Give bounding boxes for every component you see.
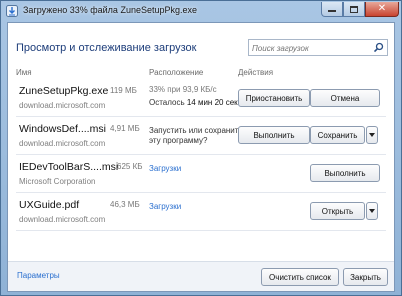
file-name: WindowsDef....msi <box>19 123 106 135</box>
download-row[interactable]: WindowsDef....msi 4,91 МБ download.micro… <box>8 117 394 154</box>
file-size: 46,3 МБ <box>110 200 140 209</box>
chevron-down-icon <box>369 209 375 213</box>
downloads-folder-link[interactable]: Загрузки <box>149 202 181 212</box>
close-window-button[interactable]: ✕ <box>365 2 399 17</box>
search-box[interactable] <box>248 39 388 56</box>
search-input[interactable] <box>252 42 370 54</box>
download-row[interactable]: ZuneSetupPkg.exe 119 МБ download.microso… <box>8 79 394 116</box>
minimize-icon <box>328 10 336 12</box>
window-title: Загружено 33% файла ZuneSetupPkg.exe <box>23 5 197 15</box>
file-size: 119 МБ <box>110 86 137 95</box>
footer-bar: Параметры Очистить список Закрыть <box>8 261 394 291</box>
file-name: IEDevToolBarS....msi <box>19 161 119 173</box>
cancel-button[interactable]: Отмена <box>310 89 380 107</box>
file-size: 4,91 МБ <box>110 124 140 133</box>
download-progress-text: 33% при 93,9 КБ/с <box>149 85 217 94</box>
maximize-icon <box>350 5 358 13</box>
pause-button[interactable]: Приостановить <box>238 89 310 107</box>
maximize-button[interactable] <box>343 2 365 17</box>
file-name: UXGuide.pdf <box>19 199 80 211</box>
column-header-actions: Действия <box>238 68 274 77</box>
file-source: download.microsoft.com <box>19 139 106 148</box>
time-remaining-label: Осталось <box>149 98 187 107</box>
download-row[interactable]: UXGuide.pdf 46,3 МБ download.microsoft.c… <box>8 193 394 230</box>
file-source: download.microsoft.com <box>19 215 106 224</box>
column-header-location: Расположение <box>149 68 204 77</box>
run-or-save-prompt: Запустить или сохранить <box>149 126 243 135</box>
open-options-dropdown[interactable] <box>366 202 378 220</box>
chevron-down-icon <box>369 133 375 137</box>
search-icon[interactable] <box>373 42 384 53</box>
download-app-icon <box>6 5 18 17</box>
file-source: download.microsoft.com <box>19 101 106 110</box>
save-button[interactable]: Сохранить <box>310 126 365 144</box>
file-size: 625 КБ <box>117 162 143 171</box>
close-button[interactable]: Закрыть <box>343 268 388 286</box>
page-title: Просмотр и отслеживание загрузок <box>16 42 197 54</box>
clear-list-button[interactable]: Очистить список <box>261 268 339 286</box>
file-source: Microsoft Corporation <box>19 177 96 186</box>
time-remaining: Осталось 14 мин 20 сек <box>149 98 238 108</box>
close-icon: ✕ <box>377 3 387 14</box>
file-name: ZuneSetupPkg.exe <box>19 85 109 97</box>
run-button[interactable]: Выполнить <box>238 126 310 144</box>
column-header-name: Имя <box>16 68 32 77</box>
run-or-save-prompt-line2: эту программу? <box>149 136 208 145</box>
save-options-dropdown[interactable] <box>366 126 378 144</box>
downloads-folder-link[interactable]: Загрузки <box>149 164 181 174</box>
open-button[interactable]: Открыть <box>310 202 365 220</box>
download-row[interactable]: IEDevToolBarS....msi 625 КБ Microsoft Co… <box>8 155 394 192</box>
minimize-button[interactable] <box>321 2 343 17</box>
time-remaining-value: 14 мин 20 сек <box>186 98 238 107</box>
client-area: Просмотр и отслеживание загрузок Имя Рас… <box>7 22 395 292</box>
run-button[interactable]: Выполнить <box>310 164 380 182</box>
options-link[interactable]: Параметры <box>17 271 60 280</box>
row-divider <box>16 230 386 231</box>
downloads-window: Загружено 33% файла ZuneSetupPkg.exe ✕ П… <box>0 0 402 296</box>
title-bar[interactable]: Загружено 33% файла ZuneSetupPkg.exe ✕ <box>1 1 401 22</box>
